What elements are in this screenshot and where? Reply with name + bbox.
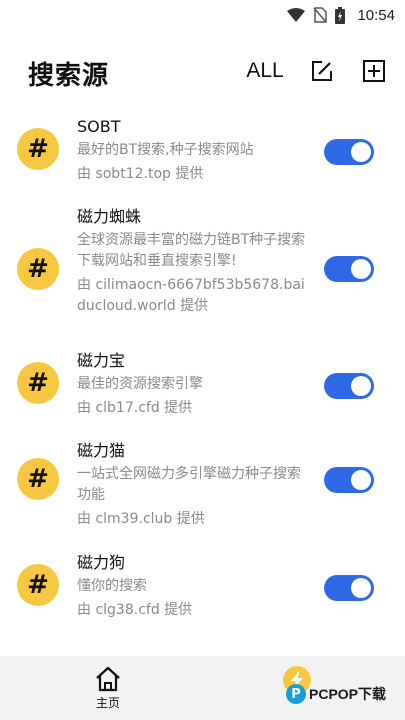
source-toggle[interactable] [324,256,374,282]
watermark: P PCPOP下载 [286,684,386,704]
add-box-icon [363,60,385,82]
edit-icon [312,61,332,81]
watermark-text: PCPOP下载 [309,686,387,702]
hash-avatar-icon: # [17,362,59,404]
nav-home[interactable]: 主页 [88,666,128,711]
source-item[interactable]: # SOBT 最好的BT搜索,种子搜索网站 由 sobt12.top 提供 [0,108,405,198]
source-info: 磁力狗 懂你的搜索 由 clg38.cfd 提供 [77,552,307,624]
source-toggle[interactable] [324,575,374,601]
home-icon [96,666,120,692]
all-button[interactable]: ALL [245,59,285,83]
source-name: 磁力猫 [77,441,126,460]
source-name: 磁力蜘蛛 [77,207,142,226]
source-name: 磁力宝 [77,351,126,370]
page-title: 搜索源 [28,60,110,91]
source-provider: 由 clb17.cfd 提供 [77,400,193,416]
source-info: SOBT 最好的BT搜索,种子搜索网站 由 sobt12.top 提供 [77,116,307,188]
nav-home-label: 主页 [95,696,120,710]
header-actions: ALL [245,56,389,86]
wifi-icon [287,8,306,22]
source-description: 最好的BT搜索,种子搜索网站 [77,142,254,158]
source-info: 磁力蜘蛛 全球资源最丰富的磁力链BT种子搜索下载网站和垂直搜索引擎! 由 cil… [77,206,307,332]
hash-avatar-icon: # [17,248,59,290]
source-toggle[interactable] [324,139,374,165]
hash-avatar-icon: # [17,458,59,500]
add-button[interactable] [359,56,389,86]
source-toggle[interactable] [324,373,374,399]
source-provider: 由 clg38.cfd 提供 [77,602,193,618]
source-info: 磁力猫 一站式全网磁力多引擎磁力种子搜索功能 由 clm39.club 提供 [77,440,307,534]
header: 搜索源 ALL [0,52,405,94]
source-description: 一站式全网磁力多引擎磁力种子搜索功能 [77,466,301,503]
edit-button[interactable] [307,56,337,86]
watermark-logo-icon: P [286,684,306,704]
status-bar: 10:54 [0,0,405,30]
source-name: 磁力狗 [77,553,126,572]
hash-avatar-icon: # [17,128,59,170]
no-sim-icon [313,7,328,23]
source-toggle[interactable] [324,467,374,493]
battery-icon [335,6,346,24]
status-time: 10:54 [357,6,395,24]
source-list: # SOBT 最好的BT搜索,种子搜索网站 由 sobt12.top 提供 # … [0,108,405,634]
source-item[interactable]: # 磁力蜘蛛 全球资源最丰富的磁力链BT种子搜索下载网站和垂直搜索引擎! 由 c… [0,198,405,342]
source-provider: 由 sobt12.top 提供 [77,166,204,182]
source-item[interactable]: # 磁力狗 懂你的搜索 由 clg38.cfd 提供 [0,544,405,634]
source-info: 磁力宝 最佳的资源搜索引擎 由 clb17.cfd 提供 [77,350,307,422]
source-description: 懂你的搜索 [77,578,147,594]
source-provider: 由 cilimaocn-6667bf53b5678.baiducloud.wor… [77,277,305,314]
hash-avatar-icon: # [17,564,59,606]
source-item[interactable]: # 磁力宝 最佳的资源搜索引擎 由 clb17.cfd 提供 [0,342,405,432]
source-description: 全球资源最丰富的磁力链BT种子搜索下载网站和垂直搜索引擎! [77,232,306,269]
source-provider: 由 clm39.club 提供 [77,511,205,527]
source-description: 最佳的资源搜索引擎 [77,376,203,392]
source-item[interactable]: # 磁力猫 一站式全网磁力多引擎磁力种子搜索功能 由 clm39.club 提供 [0,432,405,544]
source-name: SOBT [77,117,121,136]
